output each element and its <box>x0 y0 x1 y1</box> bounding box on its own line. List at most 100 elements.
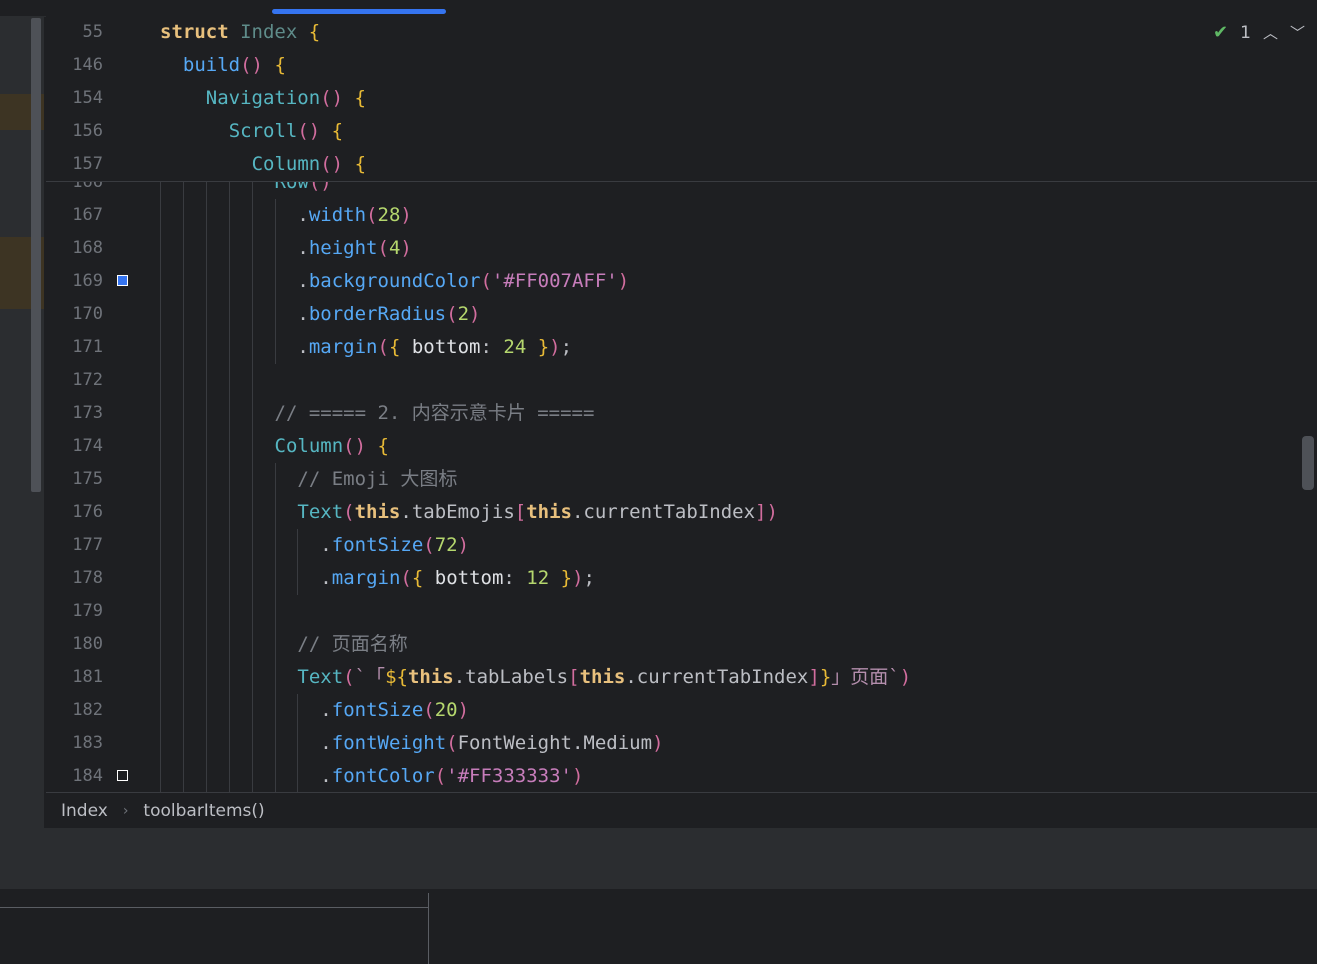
indent-guide <box>205 694 207 727</box>
code-line[interactable]: 168 .height(4) <box>46 232 1317 265</box>
code-token: ( <box>343 666 355 688</box>
code-line[interactable]: 180 // 页面名称 <box>46 628 1317 661</box>
code-line[interactable]: 154 Navigation() { <box>46 82 1317 115</box>
code-line[interactable]: 181 Text(`「${this.tabLabels[this.currentT… <box>46 661 1317 694</box>
color-swatch-icon[interactable] <box>117 275 128 286</box>
inspection-status[interactable]: ✔ 1 ︿ ﹀ <box>1213 22 1305 43</box>
indent-guide <box>228 199 230 232</box>
code-token: ) <box>899 666 912 688</box>
code-token: ) <box>469 303 481 325</box>
active-tab-indicator[interactable] <box>272 9 446 14</box>
code-line[interactable]: 170 .borderRadius(2) <box>46 298 1317 331</box>
code-token: height <box>308 237 378 259</box>
indent-guide <box>160 529 161 562</box>
code-line[interactable]: 169 .backgroundColor('#FF007AFF') <box>46 265 1317 298</box>
line-number: 169 <box>72 271 103 291</box>
indent-guide <box>274 727 276 760</box>
code-token: { <box>354 87 366 109</box>
color-swatch-icon[interactable] <box>117 770 128 781</box>
indent-guide <box>182 595 184 628</box>
indent-guide <box>228 463 230 496</box>
code-text: Text(`「${this.tabLabels[this.currentTabI… <box>297 661 911 694</box>
chevron-down-icon[interactable]: ﹀ <box>1290 22 1305 43</box>
code-line[interactable]: 176 Text(this.tabEmojis[this.currentTabIn… <box>46 496 1317 529</box>
code-line[interactable]: 167 .width(28) <box>46 199 1317 232</box>
indent-guide <box>251 397 253 430</box>
indent-guide <box>205 529 207 562</box>
indent-guide <box>205 265 207 298</box>
indent-guide <box>274 496 276 529</box>
chevron-up-icon[interactable]: ︿ <box>1263 22 1278 43</box>
code-token: Text <box>297 501 344 523</box>
line-number: 174 <box>72 436 103 456</box>
indent-guide <box>205 430 207 463</box>
code-token: { <box>331 120 344 142</box>
editor-scrollbar-thumb[interactable] <box>1302 436 1314 490</box>
indent-guide <box>228 265 230 298</box>
code-token: ; <box>560 336 573 358</box>
indent-guide <box>251 496 253 529</box>
line-number: 177 <box>72 535 103 555</box>
code-token: [ <box>514 501 527 523</box>
line-number: 55 <box>82 22 103 42</box>
code-text: .borderRadius(2) <box>297 298 480 331</box>
code-line[interactable]: 182 .fontSize(20) <box>46 694 1317 727</box>
code-token: ${ <box>385 666 408 688</box>
indent-guide <box>182 463 184 496</box>
code-token: 28 <box>377 204 401 226</box>
code-editor[interactable]: 55 struct Index {146 build() {154 Navigatio… <box>46 16 1317 792</box>
code-line[interactable]: 179 <box>46 595 1317 628</box>
indent-guide <box>182 694 184 727</box>
indent-guide <box>182 496 184 529</box>
code-line[interactable]: 55 struct Index { <box>46 16 1317 49</box>
code-token: margin <box>308 336 378 358</box>
code-token: } <box>819 666 832 688</box>
code-line[interactable]: 177 .fontSize(72) <box>46 529 1317 562</box>
code-line[interactable]: 146 build() { <box>46 49 1317 82</box>
code-line[interactable]: 174 Column() { <box>46 430 1317 463</box>
code-line[interactable]: 157 Column() { <box>46 148 1317 181</box>
breadcrumb-toolbar-items[interactable]: toolbarItems() <box>143 801 264 821</box>
code-line[interactable]: 172 <box>46 364 1317 397</box>
code-token: bottom <box>434 567 504 589</box>
panel-splitter[interactable] <box>428 893 429 964</box>
indent-guide <box>274 265 276 298</box>
code-token: ) <box>400 237 412 259</box>
code-token: { <box>411 567 424 589</box>
code-token: ) <box>457 699 470 721</box>
code-line[interactable]: 171 .margin({ bottom: 24 }); <box>46 331 1317 364</box>
code-token: . <box>320 699 332 721</box>
code-token: '#FF333333' <box>446 765 572 787</box>
code-line[interactable]: 173 // ===== 2. 内容示意卡片 ===== <box>46 397 1317 430</box>
indent-guide <box>274 595 276 628</box>
code-line[interactable]: 175 // Emoji 大图标 <box>46 463 1317 496</box>
code-token: : <box>480 336 504 358</box>
indent-guide <box>274 760 276 792</box>
indent-guide <box>182 232 184 265</box>
line-number: 167 <box>72 205 103 225</box>
indent-guide <box>228 595 230 628</box>
code-text: .backgroundColor('#FF007AFF') <box>297 265 629 298</box>
code-token: `「 <box>354 666 386 688</box>
code-line[interactable]: 178 .margin({ bottom: 12 }); <box>46 562 1317 595</box>
indent-guide <box>182 298 184 331</box>
code-text: Text(this.tabEmojis[this.currentTabIndex… <box>297 496 778 529</box>
code-token: // 页面名称 <box>297 633 408 655</box>
indent-guide <box>251 331 253 364</box>
indent-guide <box>160 265 161 298</box>
code-line[interactable]: 156 Scroll() { <box>46 115 1317 148</box>
indent-guide <box>182 727 184 760</box>
sticky-scroll-header[interactable]: 55 struct Index {146 build() {154 Navigatio… <box>46 16 1317 182</box>
breadcrumb-index[interactable]: Index <box>61 801 108 821</box>
code-token: fontSize <box>331 699 424 721</box>
code-line[interactable]: 184 .fontColor('#FF333333') <box>46 760 1317 792</box>
indent-guide <box>205 595 207 628</box>
indent-guide <box>205 562 207 595</box>
indent-guide <box>251 727 253 760</box>
left-scrollbar[interactable] <box>31 18 41 492</box>
code-token: () <box>320 87 344 109</box>
indent-guide <box>182 199 184 232</box>
line-number: 178 <box>72 568 103 588</box>
code-line[interactable]: 183 .fontWeight(FontWeight.Medium) <box>46 727 1317 760</box>
